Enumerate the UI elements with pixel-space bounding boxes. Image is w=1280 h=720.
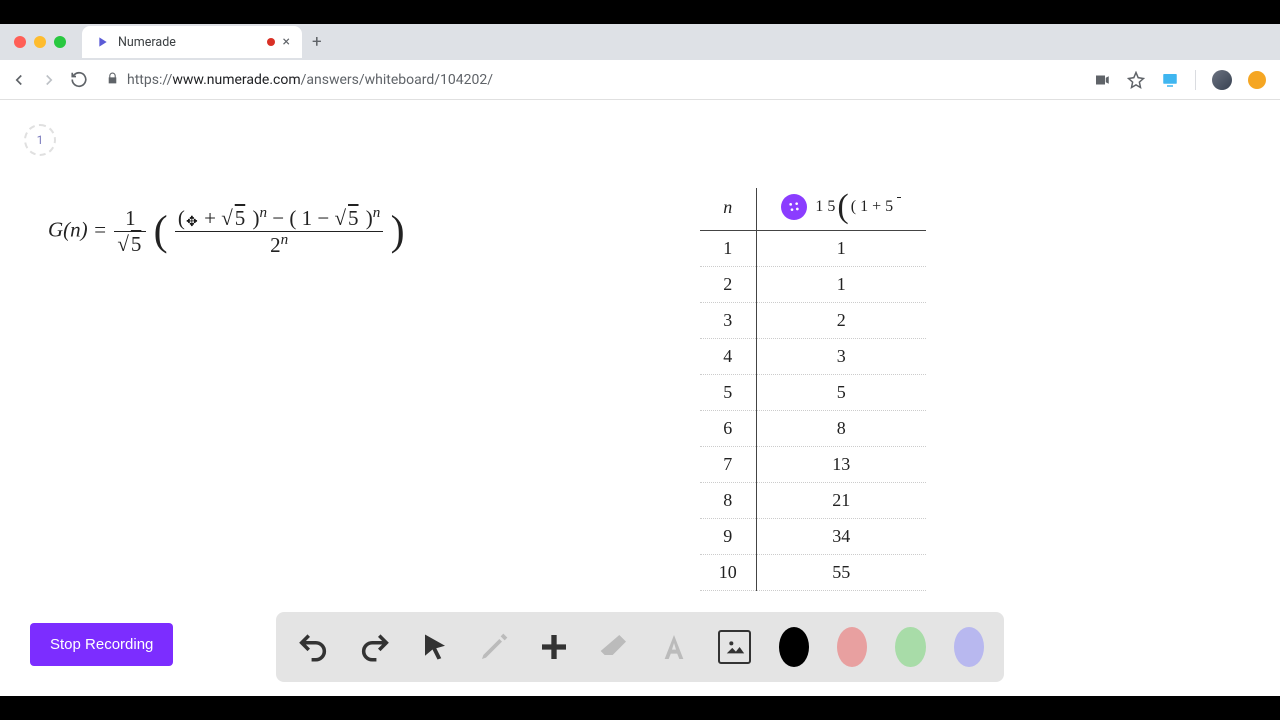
- back-button[interactable]: [10, 71, 28, 89]
- table-header-expr: 1 5 ( ( 1 + 5: [756, 188, 926, 231]
- cell-value: 21: [756, 483, 926, 519]
- handle-icon[interactable]: [781, 194, 807, 220]
- pencil-tool[interactable]: [478, 627, 510, 667]
- rparen: ): [391, 209, 405, 255]
- cell-value: 1: [756, 267, 926, 303]
- table-row: 1055: [700, 555, 926, 591]
- table-header-n: n: [700, 188, 756, 231]
- formula-main: ( + 5 )n − ( 1 − 5 )n 2n: [175, 205, 383, 258]
- close-window-button[interactable]: [14, 36, 26, 48]
- color-swatch-red[interactable]: [837, 627, 867, 667]
- cell-n: 8: [700, 483, 756, 519]
- cell-n: 10: [700, 555, 756, 591]
- table-row: 21: [700, 267, 926, 303]
- profile-avatar[interactable]: [1212, 70, 1232, 90]
- whiteboard-toolbar: [276, 612, 1004, 682]
- camera-icon[interactable]: [1093, 71, 1111, 89]
- table-row: 934: [700, 519, 926, 555]
- formula-coef: 1 5: [114, 206, 146, 257]
- maximize-window-button[interactable]: [54, 36, 66, 48]
- new-tab-button[interactable]: +: [312, 32, 322, 52]
- url-field[interactable]: https://www.numerade.com/answers/whitebo…: [106, 72, 1081, 88]
- reload-button[interactable]: [70, 71, 88, 89]
- favicon-icon: [94, 34, 110, 50]
- redo-button[interactable]: [358, 627, 392, 667]
- cell-value: 8: [756, 411, 926, 447]
- cell-n: 7: [700, 447, 756, 483]
- minimize-window-button[interactable]: [34, 36, 46, 48]
- text-tool[interactable]: [658, 627, 690, 667]
- coef-num: 1: [114, 206, 146, 231]
- recording-indicator-icon: [267, 38, 275, 46]
- table-row: 713: [700, 447, 926, 483]
- url-text: https://www.numerade.com/answers/whitebo…: [127, 72, 493, 88]
- extension-icon[interactable]: [1248, 71, 1266, 89]
- formula-block[interactable]: G(n) = 1 5 ( ( + 5 )n − ( 1 − 5 )n 2n ): [48, 205, 405, 258]
- eraser-tool[interactable]: [598, 627, 630, 667]
- cell-n: 1: [700, 231, 756, 267]
- pointer-tool[interactable]: [420, 627, 450, 667]
- browser-tab[interactable]: Numerade ×: [82, 26, 302, 58]
- toolbar-right: [1093, 70, 1266, 90]
- page-content: 1 G(n) = 1 5 ( ( + 5 )n − ( 1 − 5 )n 2n …: [0, 100, 1280, 696]
- address-bar: https://www.numerade.com/answers/whitebo…: [0, 60, 1280, 100]
- lparen: (: [154, 209, 168, 255]
- divider: [1195, 70, 1196, 90]
- formula-lhs: G(n) =: [48, 217, 112, 241]
- cell-n: 9: [700, 519, 756, 555]
- url-domain: www.numerade.com: [172, 72, 300, 88]
- cell-value: 55: [756, 555, 926, 591]
- cell-n: 3: [700, 303, 756, 339]
- image-tool[interactable]: [718, 630, 751, 664]
- titlebar: Numerade × +: [0, 24, 1280, 60]
- table-row: 68: [700, 411, 926, 447]
- cell-value: 1: [756, 231, 926, 267]
- move-cursor-icon: [185, 207, 199, 221]
- screen-icon[interactable]: [1161, 71, 1179, 89]
- forward-button[interactable]: [40, 71, 58, 89]
- table-row: 55: [700, 375, 926, 411]
- lock-icon: [106, 72, 119, 88]
- browser-window: Numerade × + https://www.numerade.com/an…: [0, 24, 1280, 696]
- url-scheme: https://: [127, 72, 172, 88]
- close-tab-button[interactable]: ×: [283, 34, 290, 50]
- table-row: 821: [700, 483, 926, 519]
- coef-den: 5: [114, 231, 146, 257]
- main-den: 2n: [175, 231, 383, 258]
- color-swatch-blue[interactable]: [954, 627, 984, 667]
- window-controls: [14, 36, 66, 48]
- add-tool[interactable]: [538, 627, 570, 667]
- cell-value: 5: [756, 375, 926, 411]
- table-row: 11: [700, 231, 926, 267]
- table-row: 43: [700, 339, 926, 375]
- cell-value: 2: [756, 303, 926, 339]
- color-swatch-black[interactable]: [779, 627, 809, 667]
- cell-n: 6: [700, 411, 756, 447]
- cell-value: 3: [756, 339, 926, 375]
- star-icon[interactable]: [1127, 71, 1145, 89]
- color-swatch-green[interactable]: [895, 627, 925, 667]
- table-row: 32: [700, 303, 926, 339]
- cell-value: 34: [756, 519, 926, 555]
- tab-title: Numerade: [118, 35, 259, 50]
- undo-button[interactable]: [296, 627, 330, 667]
- cell-n: 5: [700, 375, 756, 411]
- stop-recording-button[interactable]: Stop Recording: [30, 623, 173, 666]
- cell-n: 4: [700, 339, 756, 375]
- url-path: /answers/whiteboard/104202/: [301, 72, 493, 88]
- main-num: ( + 5 )n − ( 1 − 5 )n: [175, 205, 383, 231]
- cell-value: 13: [756, 447, 926, 483]
- values-table: n 1 5 (: [700, 188, 926, 591]
- cell-n: 2: [700, 267, 756, 303]
- page-marker[interactable]: 1: [24, 124, 56, 156]
